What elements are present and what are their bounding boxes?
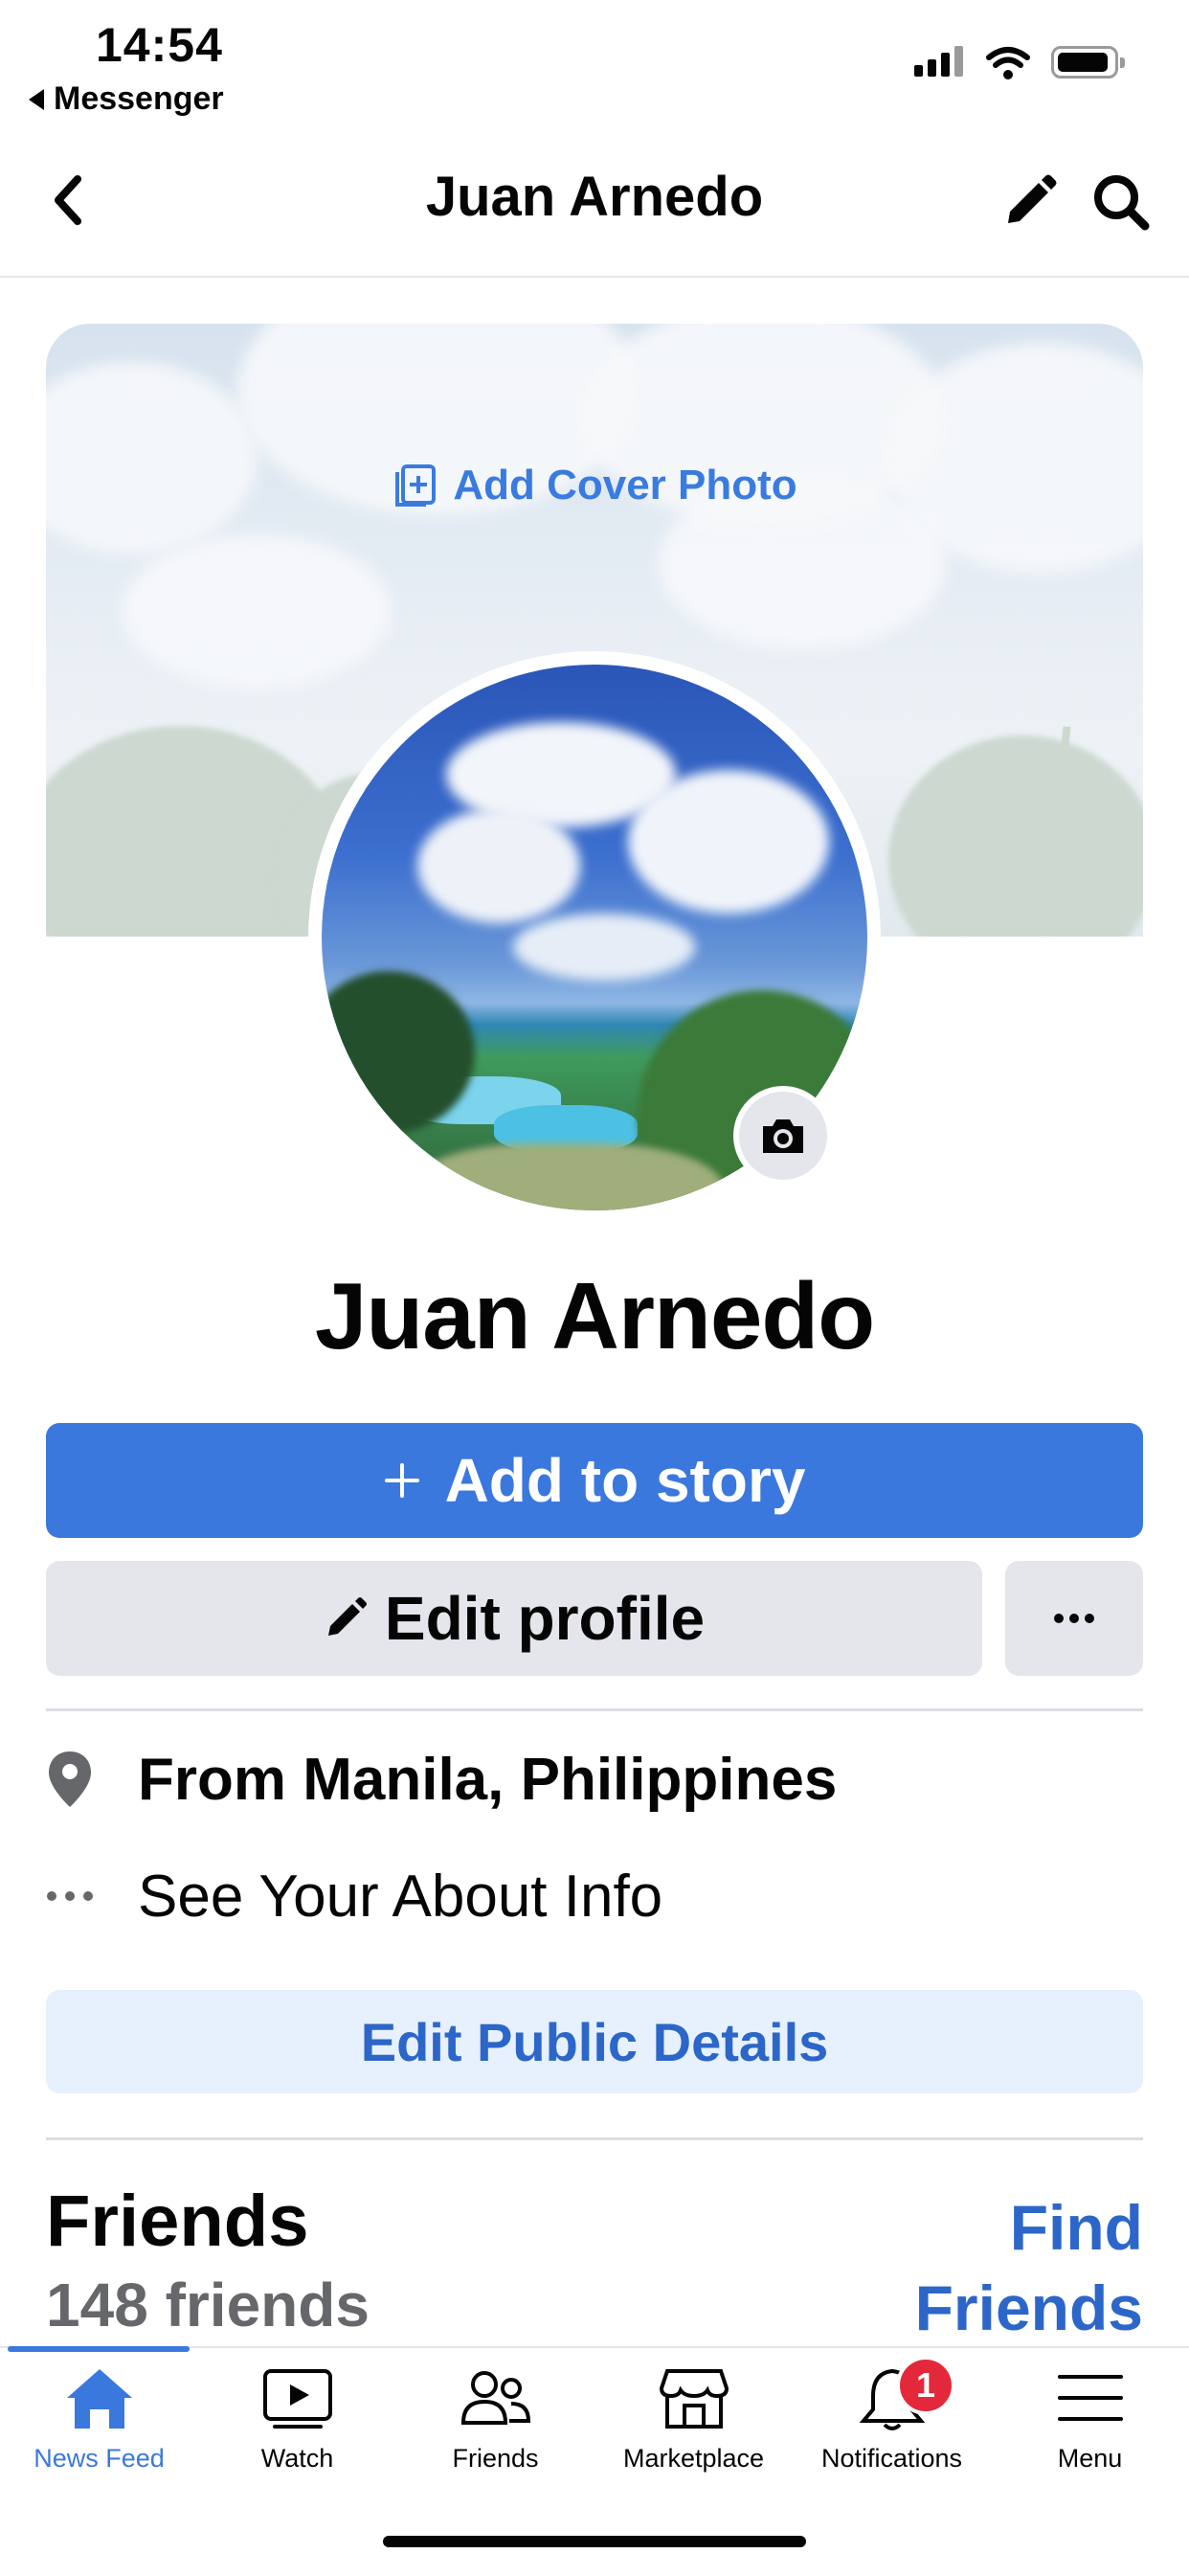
tab-notifications[interactable]: Notifications [793,2365,991,2474]
ellipsis-icon [1054,1614,1094,1623]
wifi-icon [986,47,1030,79]
ellipsis-icon [47,1891,93,1901]
menu-icon [1057,2375,1123,2421]
edit-profile-button[interactable]: Edit profile [46,1561,982,1676]
active-tab-indicator [8,2346,190,2352]
plus-icon [384,1463,419,1498]
find-friends-link[interactable]: Find Friends [915,2187,1143,2348]
about-info-row[interactable]: See Your About Info [46,1858,662,1934]
edit-button[interactable] [996,169,1063,236]
tab-label: News Feed [34,2444,165,2473]
friends-heading: Friends [46,2181,309,2262]
tab-friends[interactable]: Friends [396,2365,594,2474]
find-friends-line1: Find [1009,2192,1143,2263]
home-icon [66,2369,132,2429]
tab-label: Menu [1057,2444,1123,2473]
edit-profile-label: Edit profile [384,1584,706,1653]
add-to-story-label: Add to story [444,1446,806,1515]
tab-label: Marketplace [622,2444,765,2473]
back-to-app-link[interactable]: Messenger [29,80,224,118]
friends-count: 148 friends [46,2271,370,2339]
location-text: From Manila, Philippines [138,1746,838,1813]
back-arrow-icon [29,88,44,110]
divider [46,2137,1143,2140]
tab-label: Watch [260,2444,334,2473]
info-location-row: From Manila, Philippines [46,1741,837,1818]
pencil-icon [327,1597,367,1636]
signal-icon [914,46,963,77]
divider [46,1708,1143,1711]
more-options-button[interactable] [1005,1561,1143,1676]
tab-menu[interactable]: Menu [991,2365,1189,2474]
pencil-icon [1008,174,1057,223]
notifications-badge: 1 [896,2356,955,2415]
about-info-text: See Your About Info [138,1863,663,1930]
tab-watch[interactable]: Watch [198,2365,396,2474]
find-friends-line2: Friends [914,2272,1143,2343]
add-to-story-button[interactable]: Add to story [46,1423,1143,1538]
profile-name: Juan Arnedo [314,1263,875,1368]
friends-icon [460,2371,530,2425]
battery-icon [1051,46,1125,79]
change-profile-photo-button[interactable] [733,1086,833,1186]
shop-icon [659,2369,729,2429]
search-button[interactable] [1088,169,1155,236]
add-cover-photo-label: Add Cover Photo [453,462,797,508]
location-pin-icon [49,1751,91,1807]
tab-marketplace[interactable]: Marketplace [594,2365,793,2474]
add-photo-icon [395,464,437,507]
home-indicator [383,2536,806,2547]
status-time: 14:54 [96,18,223,72]
tab-label: Notifications [820,2444,963,2473]
tab-news-feed[interactable]: News Feed [0,2365,198,2474]
back-app-label: Messenger [54,80,224,117]
add-cover-photo-button[interactable]: Add Cover Photo [0,462,1189,509]
edit-public-details-button[interactable]: Edit Public Details [46,1990,1143,2093]
tab-label: Friends [452,2444,539,2473]
camera-icon [763,1119,803,1153]
search-icon [1094,175,1150,231]
video-icon [262,2369,332,2429]
